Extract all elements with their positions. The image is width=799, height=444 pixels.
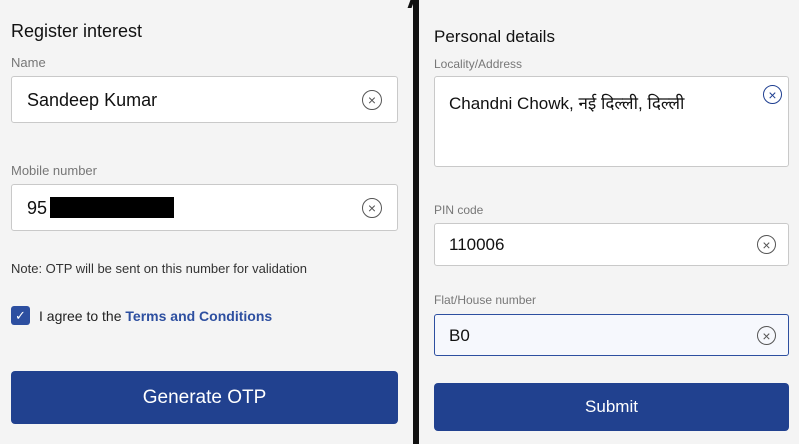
mobile-number-field[interactable]: 95 × [11, 184, 398, 231]
flat-label: Flat/House number [434, 293, 537, 307]
flat-house-number-field[interactable]: B0 × [434, 314, 789, 356]
name-field[interactable]: Sandeep Kumar × [11, 76, 398, 123]
redacted-mobile-digits [50, 197, 174, 218]
clear-flat-icon[interactable]: × [757, 326, 776, 345]
flat-value: B0 [449, 326, 470, 345]
register-interest-panel: Register interest Name Sandeep Kumar × M… [0, 0, 412, 444]
panel-divider [413, 0, 419, 444]
mobile-label: Mobile number [11, 163, 97, 178]
locality-address-field[interactable]: Chandni Chowk, नई दिल्ली, दिल्ली × [434, 76, 789, 167]
clear-mobile-icon[interactable]: × [362, 198, 382, 218]
locality-label: Locality/Address [434, 57, 523, 71]
pin-value: 110006 [449, 235, 505, 254]
clear-locality-icon[interactable]: × [763, 85, 782, 104]
pin-code-field[interactable]: 110006 × [434, 223, 789, 266]
register-interest-title: Register interest [11, 21, 143, 41]
otp-note: Note: OTP will be sent on this number fo… [11, 261, 308, 276]
generate-otp-button[interactable]: Generate OTP [11, 371, 398, 424]
agree-terms-text: I agree to the Terms and Conditions [39, 308, 272, 324]
terms-and-conditions-link[interactable]: Terms and Conditions [125, 308, 272, 324]
locality-value: Chandni Chowk, नई दिल्ली, दिल्ली [449, 94, 685, 113]
clear-name-icon[interactable]: × [362, 90, 382, 110]
name-label: Name [11, 55, 46, 70]
submit-button[interactable]: Submit [434, 383, 789, 431]
name-value: Sandeep Kumar [27, 90, 158, 110]
personal-details-panel: Personal details Locality/Address Chandn… [420, 0, 799, 444]
pin-label: PIN code [434, 203, 484, 217]
checkbox-check-icon: ✓ [15, 307, 26, 323]
mobile-value: 95 [27, 198, 48, 218]
agree-text: I agree to the [39, 308, 126, 324]
clear-pin-icon[interactable]: × [757, 235, 776, 254]
terms-checkbox[interactable]: ✓ [11, 306, 30, 325]
personal-details-title: Personal details [434, 27, 555, 46]
